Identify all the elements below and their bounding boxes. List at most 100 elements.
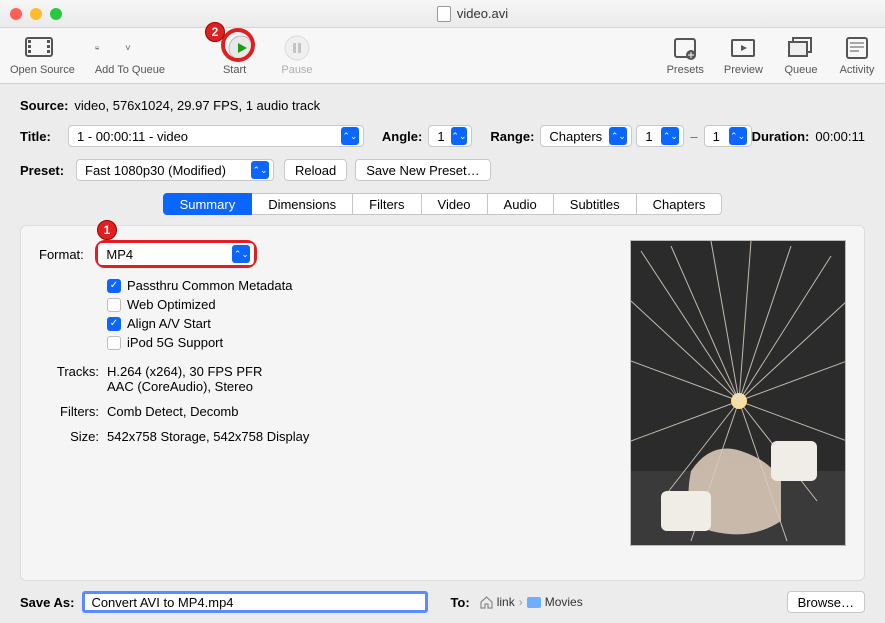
tab-summary[interactable]: Summary (163, 193, 253, 215)
checkbox-checked-icon: ✓ (107, 317, 121, 331)
ipod-checkbox-row[interactable]: iPod 5G Support (107, 335, 610, 350)
range-to-select[interactable]: 1 ⌃⌄ (704, 125, 752, 147)
path-movies: Movies (545, 595, 583, 609)
browse-button[interactable]: Browse… (787, 591, 865, 613)
angle-select[interactable]: 1 ⌃⌄ (428, 125, 472, 147)
format-select[interactable]: MP4 ⌃⌄ (98, 243, 254, 265)
queue-button[interactable]: Queue (783, 32, 819, 76)
tab-subtitles[interactable]: Subtitles (553, 193, 637, 215)
webopt-label: Web Optimized (127, 297, 216, 312)
source-row: Source: video, 576x1024, 29.97 FPS, 1 au… (20, 98, 865, 113)
checkbox-icon (107, 336, 121, 350)
range-from-value: 1 (645, 129, 655, 144)
preset-label: Preset: (20, 163, 70, 178)
presets-button[interactable]: Presets (667, 32, 704, 76)
open-source-button[interactable]: Open Source (10, 32, 75, 76)
tab-video[interactable]: Video (421, 193, 488, 215)
ipod-label: iPod 5G Support (127, 335, 223, 350)
duration-value: 00:00:11 (815, 129, 865, 144)
film-open-icon (24, 34, 60, 62)
preset-select[interactable]: Fast 1080p30 (Modified) ⌃⌄ (76, 159, 274, 181)
title-select[interactable]: 1 - 00:00:11 - video ⌃⌄ (68, 125, 364, 147)
presets-icon (667, 34, 703, 62)
tracks-label: Tracks: (39, 364, 99, 394)
select-arrow-icon: ⌃⌄ (341, 127, 359, 145)
filters-value: Comb Detect, Decomb (107, 404, 239, 419)
minimize-button[interactable] (30, 8, 42, 20)
title-row: Title: 1 - 00:00:11 - video ⌃⌄ Angle: 1 … (20, 125, 865, 147)
tab-filters[interactable]: Filters (352, 193, 421, 215)
angle-label: Angle: (382, 129, 422, 144)
bottom-bar: Save As: Convert AVI to MP4.mp4 To: link… (0, 581, 885, 623)
saveas-value: Convert AVI to MP4.mp4 (91, 595, 233, 610)
align-checkbox-row[interactable]: ✓ Align A/V Start (107, 316, 610, 331)
summary-panel: 1 Format: MP4 ⌃⌄ ✓ Passthru Common Metad… (20, 225, 865, 581)
preview-label: Preview (724, 64, 763, 76)
angle-value: 1 (437, 129, 444, 144)
preset-value: Fast 1080p30 (Modified) (85, 163, 245, 178)
save-new-preset-label: Save New Preset… (366, 163, 479, 178)
tab-bar: Summary Dimensions Filters Video Audio S… (20, 193, 865, 215)
preview-button[interactable]: Preview (724, 32, 763, 76)
window-title-text: video.avi (457, 6, 508, 21)
close-button[interactable] (10, 8, 22, 20)
toolbar: Open Source ˅ Add To Queue 2 Start Pause… (0, 28, 885, 84)
range-type-select[interactable]: Chapters ⌃⌄ (540, 125, 632, 147)
queue-label: Queue (784, 64, 817, 76)
range-label: Range: (490, 129, 534, 144)
save-new-preset-button[interactable]: Save New Preset… (355, 159, 490, 181)
select-arrow-icon: ⌃⌄ (451, 127, 468, 145)
maximize-button[interactable] (50, 8, 62, 20)
duration-label: Duration: (752, 129, 810, 144)
preset-row: Preset: Fast 1080p30 (Modified) ⌃⌄ Reloa… (20, 159, 865, 181)
reload-button[interactable]: Reload (284, 159, 347, 181)
path-separator: › (519, 595, 523, 609)
align-label: Align A/V Start (127, 316, 211, 331)
queue-icon (783, 34, 819, 62)
pause-label: Pause (281, 64, 312, 76)
tab-audio[interactable]: Audio (487, 193, 554, 215)
to-path[interactable]: link › Movies (480, 595, 583, 609)
activity-label: Activity (840, 64, 875, 76)
start-button[interactable]: 2 Start (223, 32, 259, 76)
add-to-queue-button[interactable]: ˅ Add To Queue (95, 32, 165, 76)
activity-button[interactable]: Activity (839, 32, 875, 76)
preview-icon (725, 34, 761, 62)
pause-icon (279, 34, 315, 62)
tab-chapters[interactable]: Chapters (636, 193, 723, 215)
add-to-queue-label: Add To Queue (95, 64, 165, 76)
chevron-down-icon[interactable]: ˅ (125, 43, 131, 54)
checkbox-icon (107, 298, 121, 312)
presets-label: Presets (667, 64, 704, 76)
pause-button: Pause (279, 32, 315, 76)
annotation-badge-2: 2 (205, 22, 225, 42)
saveas-input[interactable]: Convert AVI to MP4.mp4 (82, 591, 428, 613)
size-value: 542x758 Storage, 542x758 Display (107, 429, 309, 444)
window-title: video.avi (70, 6, 875, 22)
format-value: MP4 (106, 247, 226, 262)
tracks-line2: AAC (CoreAudio), Stereo (107, 379, 262, 394)
window-controls (10, 8, 62, 20)
folder-icon (527, 597, 541, 608)
saveas-label: Save As: (20, 595, 74, 610)
title-value: 1 - 00:00:11 - video (77, 129, 335, 144)
source-value: video, 576x1024, 29.97 FPS, 1 audio trac… (74, 98, 320, 113)
image-add-icon: ˅ (95, 34, 131, 62)
select-arrow-icon: ⌃⌄ (251, 161, 269, 179)
select-arrow-icon: ⌃⌄ (232, 245, 250, 263)
activity-icon (839, 34, 875, 62)
home-icon (480, 596, 493, 609)
webopt-checkbox-row[interactable]: Web Optimized (107, 297, 610, 312)
passthru-checkbox-row[interactable]: ✓ Passthru Common Metadata (107, 278, 610, 293)
annotation-badge-1: 1 (97, 220, 117, 240)
start-label: Start (223, 64, 246, 76)
range-from-select[interactable]: 1 ⌃⌄ (636, 125, 684, 147)
range-to-value: 1 (713, 129, 723, 144)
size-label: Size: (39, 429, 99, 444)
checkbox-checked-icon: ✓ (107, 279, 121, 293)
select-arrow-icon: ⌃⌄ (729, 127, 747, 145)
annotation-circle (221, 28, 255, 62)
to-label: To: (450, 595, 469, 610)
reload-label: Reload (295, 163, 336, 178)
tab-dimensions[interactable]: Dimensions (251, 193, 353, 215)
